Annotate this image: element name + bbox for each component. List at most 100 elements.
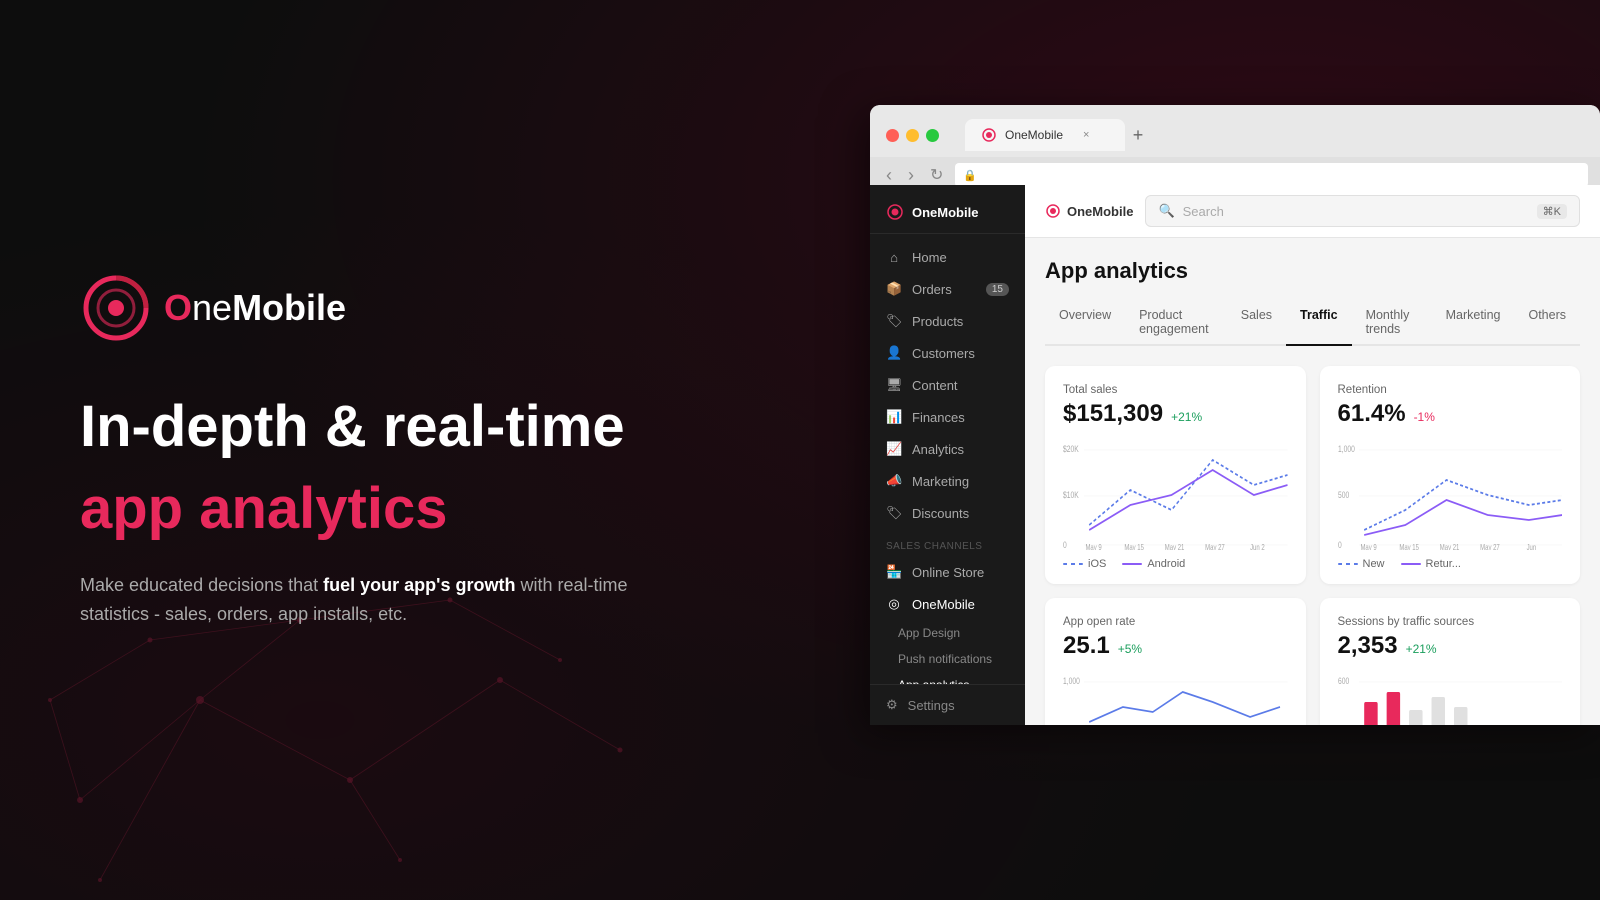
- logo-text: OneMobile: [164, 287, 346, 329]
- tab-others[interactable]: Others: [1514, 300, 1580, 346]
- tab-sales[interactable]: Sales: [1227, 300, 1286, 346]
- orders-badge: 15: [986, 283, 1009, 296]
- tab-traffic[interactable]: Traffic: [1286, 300, 1352, 346]
- total-sales-delta: +21%: [1171, 410, 1202, 424]
- lock-icon: 🔒: [963, 169, 977, 182]
- sidebar-item-onemobile[interactable]: ◎ OneMobile: [870, 588, 1025, 620]
- sidebar-settings-label: Settings: [908, 698, 955, 713]
- sidebar-item-finances[interactable]: 📊 Finances: [870, 401, 1025, 433]
- new-tab-button[interactable]: +: [1125, 122, 1151, 148]
- android-line-icon: [1122, 563, 1142, 565]
- sidebar-sub-push-notifications-label: Push notifications: [898, 652, 992, 666]
- legend-new-label: New: [1363, 558, 1385, 570]
- svg-text:May 15: May 15: [1399, 544, 1419, 550]
- minimize-button-yellow[interactable]: [906, 129, 919, 142]
- retention-label: Retention: [1338, 384, 1563, 396]
- svg-text:500: 500: [1338, 490, 1350, 500]
- sidebar-settings[interactable]: ⚙ Settings: [870, 684, 1025, 725]
- tab-overview[interactable]: Overview: [1045, 300, 1125, 346]
- charts-grid: Total sales $151,309 +21% $20K $10K 0: [1045, 366, 1580, 725]
- tab-product-engagement[interactable]: Product engagement: [1125, 300, 1227, 346]
- search-placeholder: Search: [1183, 204, 1224, 219]
- orders-icon: 📦: [886, 281, 902, 297]
- sidebar-item-analytics[interactable]: 📈 Analytics: [870, 433, 1025, 465]
- page-area: App analytics Overview Product engagemen…: [1025, 238, 1600, 725]
- topbar-brand-name: OneMobile: [1067, 204, 1133, 219]
- legend-returning-label: Retur...: [1426, 558, 1461, 570]
- app-open-rate-value: 25.1 +5%: [1063, 632, 1288, 660]
- total-sales-label: Total sales: [1063, 384, 1288, 396]
- sidebar-item-discounts[interactable]: 🏷 Discounts: [870, 497, 1025, 529]
- total-sales-legend: iOS Android: [1063, 558, 1288, 570]
- analytics-icon: 📈: [886, 441, 902, 457]
- address-bar[interactable]: 🔒: [955, 163, 1588, 187]
- total-sales-chart: $20K $10K 0: [1063, 440, 1288, 550]
- svg-text:May 27: May 27: [1480, 544, 1500, 550]
- sidebar-sub-app-analytics[interactable]: App analytics: [870, 672, 1025, 684]
- sidebar-item-analytics-label: Analytics: [912, 442, 964, 457]
- app-open-rate-card: App open rate 25.1 +5% 1,000: [1045, 598, 1306, 725]
- forward-button[interactable]: ›: [904, 163, 918, 188]
- close-button-red[interactable]: [886, 129, 899, 142]
- tab-monthly-trends[interactable]: Monthly trends: [1352, 300, 1432, 346]
- sidebar-item-marketing-label: Marketing: [912, 474, 969, 489]
- sidebar-item-marketing[interactable]: 📣 Marketing: [870, 465, 1025, 497]
- sidebar-sub-push-notifications[interactable]: Push notifications: [870, 646, 1025, 672]
- svg-text:May 15: May 15: [1124, 544, 1144, 550]
- svg-text:1,000: 1,000: [1063, 676, 1080, 686]
- app-open-rate-delta: +5%: [1118, 642, 1142, 656]
- legend-returning: Retur...: [1401, 558, 1461, 570]
- svg-text:$20K: $20K: [1063, 444, 1079, 454]
- onemobile-logo-icon: [80, 272, 152, 344]
- tab-bar: OneMobile × +: [965, 119, 1584, 151]
- app-open-rate-chart: 1,000: [1063, 672, 1288, 725]
- sidebar-item-online-store-label: Online Store: [912, 565, 984, 580]
- sidebar-header: OneMobile: [870, 185, 1025, 234]
- sidebar-nav: ⌂ Home 📦 Orders 15 🏷 Overview Products 👤…: [870, 234, 1025, 684]
- tab-title: OneMobile: [1005, 128, 1063, 142]
- sidebar-item-content-label: Content: [912, 378, 958, 393]
- top-bar-brand: OneMobile: [1045, 203, 1133, 219]
- svg-text:600: 600: [1338, 676, 1350, 686]
- active-tab[interactable]: OneMobile ×: [965, 119, 1125, 151]
- tab-marketing[interactable]: Marketing: [1432, 300, 1515, 346]
- sidebar-item-home[interactable]: ⌂ Home: [870, 242, 1025, 273]
- sidebar-sub-app-design[interactable]: App Design: [870, 620, 1025, 646]
- marketing-icon: 📣: [886, 473, 902, 489]
- traffic-lights: [886, 129, 939, 142]
- maximize-button-green[interactable]: [926, 129, 939, 142]
- retention-value: 61.4% -1%: [1338, 400, 1563, 428]
- sidebar-item-orders-label: Orders: [912, 282, 952, 297]
- browser-window: OneMobile × + ‹ › ↻ 🔒 OneMobile: [870, 105, 1600, 725]
- svg-text:May 21: May 21: [1165, 544, 1185, 550]
- sidebar-item-content[interactable]: 🖥 Content: [870, 369, 1025, 401]
- retention-delta: -1%: [1414, 410, 1435, 424]
- svg-text:0: 0: [1338, 540, 1342, 550]
- svg-text:May 9: May 9: [1085, 544, 1101, 550]
- sidebar-item-online-store[interactable]: 🏪 Online Store: [870, 556, 1025, 588]
- legend-android-label: Android: [1147, 558, 1185, 570]
- search-bar[interactable]: 🔍 Search ⌘K: [1145, 195, 1580, 227]
- analytics-tabs: Overview Product engagement Sales Traffi…: [1045, 300, 1580, 346]
- sidebar-item-orders[interactable]: 📦 Orders 15: [870, 273, 1025, 305]
- finances-icon: 📊: [886, 409, 902, 425]
- tab-close-btn[interactable]: ×: [1083, 129, 1089, 141]
- sidebar-item-customers[interactable]: 👤 Customers: [870, 337, 1025, 369]
- refresh-button[interactable]: ↻: [926, 163, 947, 187]
- svg-text:1,000: 1,000: [1338, 444, 1355, 454]
- svg-text:May 21: May 21: [1439, 544, 1459, 550]
- sidebar-item-finances-label: Finances: [912, 410, 965, 425]
- back-button[interactable]: ‹: [882, 163, 896, 188]
- sidebar-item-products-label-text: Products: [912, 314, 963, 329]
- sidebar-item-products[interactable]: 🏷 Overview Products: [870, 305, 1025, 337]
- search-icon: 🔍: [1158, 203, 1174, 219]
- customers-icon: 👤: [886, 345, 902, 361]
- search-shortcut-badge: ⌘K: [1537, 204, 1567, 219]
- sidebar-logo: [886, 203, 904, 221]
- app-open-rate-label: App open rate: [1063, 616, 1288, 628]
- browser-chrome: OneMobile × + ‹ › ↻ 🔒: [870, 105, 1600, 185]
- sidebar-sub-app-design-label: App Design: [898, 626, 960, 640]
- sidebar: OneMobile ⌂ Home 📦 Orders 15 🏷 Overview …: [870, 185, 1025, 725]
- sessions-traffic-chart: 600: [1338, 672, 1563, 725]
- sidebar-item-discounts-label: Discounts: [912, 506, 969, 521]
